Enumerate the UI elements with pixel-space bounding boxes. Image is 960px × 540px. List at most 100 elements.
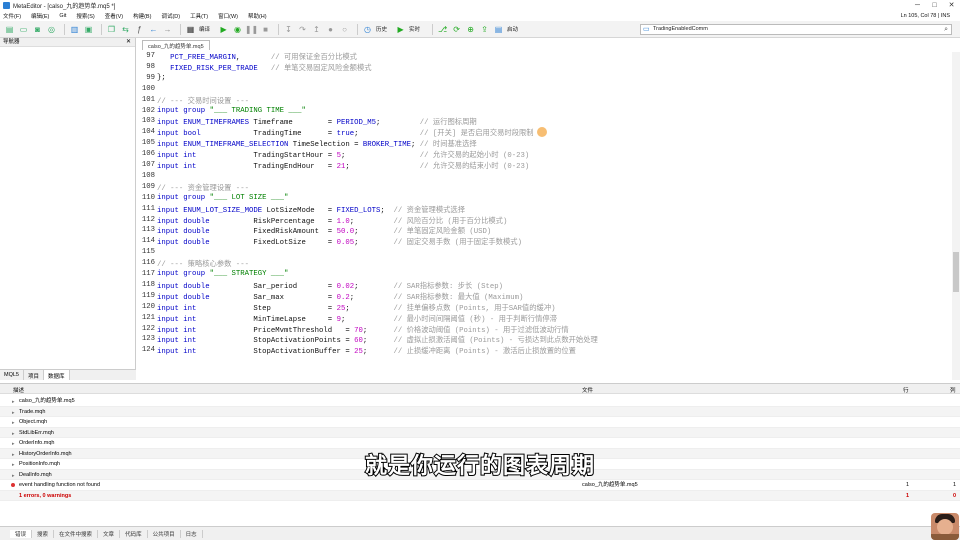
save-icon[interactable]: ◙ (32, 24, 43, 35)
menu-help[interactable]: 帮助(H) (248, 12, 267, 20)
menu-search[interactable]: 搜索(S) (76, 12, 94, 20)
code-line[interactable]: FIXED_RISK_PER_TRADE // 单笔交易固定风险金额模式 (157, 63, 371, 73)
start-history-icon[interactable]: ◉ (232, 24, 243, 35)
vertical-scrollbar[interactable] (952, 52, 960, 380)
search-icon[interactable]: ⌕ (944, 25, 948, 34)
menu-build[interactable]: 构建(B) (133, 12, 151, 20)
forward-icon[interactable]: → (162, 24, 173, 35)
layout-icon[interactable]: ▥ (69, 24, 80, 35)
compile-icon[interactable]: ▦ (185, 24, 196, 35)
realtime-button[interactable]: 实时 (409, 25, 420, 33)
expand-icon[interactable]: ▸ (12, 397, 15, 407)
tab-search[interactable]: 搜索 (32, 529, 55, 538)
tab-find-in-files[interactable]: 在文件中搜索 (54, 529, 99, 538)
scrollbar-thumb[interactable] (953, 252, 959, 292)
breakpoint-icon[interactable]: ● (325, 24, 336, 35)
back-icon[interactable]: ← (148, 24, 159, 35)
document-tab[interactable]: calso_九的趋势单.mq5 (142, 40, 210, 50)
code-line[interactable]: input double Sar_max = 0.2; // SAR指标参数: … (157, 292, 523, 302)
code-line[interactable]: input double RiskPercentage = 1.0; // 风险… (157, 216, 507, 226)
tab-project[interactable]: 项目 (24, 370, 44, 380)
menu-tools[interactable]: 工具(T) (190, 12, 208, 20)
code-line[interactable]: input ENUM_TIMEFRAME_SELECTION TimeSelec… (157, 139, 477, 149)
tab-database[interactable]: 数据库 (44, 370, 70, 380)
expand-icon[interactable]: ▸ (12, 418, 15, 428)
error-row[interactable]: ▸ StdLibErr.mqh (0, 427, 960, 439)
code-line[interactable]: }; (157, 74, 166, 82)
code-line[interactable]: // --- 交易时间设置 --- (157, 96, 249, 106)
minimize-button[interactable]: ─ (909, 0, 926, 11)
expand-icon[interactable]: ▸ (12, 429, 15, 439)
tab-errors[interactable]: 错误 (10, 529, 33, 538)
code-line[interactable]: input ENUM_TIMEFRAMES Timeframe = PERIOD… (157, 117, 477, 127)
error-row[interactable]: 1 errors, 0 warnings 1 0 (0, 490, 960, 501)
expand-icon[interactable]: ▸ (12, 408, 15, 418)
navigate-icon[interactable]: ⇆ (120, 24, 131, 35)
menu-edit[interactable]: 编辑(E) (31, 12, 49, 20)
code-editor[interactable]: calso_九的趋势单.mq5 97 PCT_FREE_MARGIN, // 可… (137, 38, 960, 380)
start-button[interactable]: 启动 (507, 25, 518, 33)
open-folder-icon[interactable]: ▭ (18, 24, 29, 35)
step-into-icon[interactable]: ↧ (283, 24, 294, 35)
function-icon[interactable]: ƒ (134, 24, 145, 35)
realtime-icon[interactable]: ▶ (395, 24, 406, 35)
code-line[interactable]: input double FixedLotSize = 0.05; // 固定交… (157, 237, 522, 247)
code-area[interactable]: 97 PCT_FREE_MARGIN, // 可用保证金百分比模式 98 FIXE… (137, 52, 960, 372)
history-icon[interactable]: ◷ (362, 24, 373, 35)
toolbar-search-input[interactable]: ▭ TradingEnabledComm ⌕ (640, 24, 952, 35)
code-line[interactable]: input int Step = 25; // 挂单偏移点数 (Points, … (157, 303, 556, 313)
code-line[interactable]: input bool TradingTime = true; // [开关] 是… (157, 128, 534, 138)
code-line[interactable]: input int TradingStartHour = 5; // 允许交易的… (157, 150, 529, 160)
code-line[interactable]: input int StopActivationBuffer = 25; // … (157, 346, 576, 356)
start-icon[interactable]: ▤ (493, 24, 504, 35)
tab-journal[interactable]: 日志 (181, 529, 203, 538)
col-line[interactable]: 行 (903, 386, 909, 394)
tab-codebase[interactable]: 代码库 (120, 529, 148, 538)
git-icon[interactable]: ⎇ (437, 24, 448, 35)
tab-mql5[interactable]: MQL5 (0, 370, 24, 380)
menu-file[interactable]: 文件(F) (3, 12, 21, 20)
code-line[interactable]: PCT_FREE_MARGIN, // 可用保证金百分比模式 (157, 52, 357, 62)
error-row[interactable]: event handling function not found calso_九… (0, 480, 960, 491)
menu-debug[interactable]: 调试(D) (161, 12, 180, 20)
start-debug-icon[interactable]: ▶ (218, 24, 229, 35)
close-icon[interactable]: ✕ (126, 38, 131, 47)
compile-button[interactable]: 编译 (199, 25, 210, 33)
code-line[interactable]: input double FixedRiskAmount = 50.0; // … (157, 226, 491, 236)
code-line[interactable]: input group "___ STRATEGY ___" (157, 270, 288, 278)
col-description[interactable]: 描述 (13, 386, 24, 394)
new-file-icon[interactable]: ▤ (4, 24, 15, 35)
error-row[interactable]: ▸ Trade.mqh (0, 406, 960, 418)
code-line[interactable]: input group "___ TRADING TIME ___" (157, 107, 306, 115)
tab-public-projects[interactable]: 公共项目 (148, 529, 181, 538)
error-row[interactable]: ▸ Object.mqh (0, 417, 960, 428)
code-line[interactable]: input int PriceMvmtThreshold = 70; // 价格… (157, 325, 569, 335)
code-line[interactable]: // --- 资金管理设置 --- (157, 183, 249, 193)
push-icon[interactable]: ⇪ (479, 24, 490, 35)
stop-icon[interactable]: ■ (260, 24, 271, 35)
step-over-icon[interactable]: ↷ (297, 24, 308, 35)
error-row[interactable]: ▸ calso_九的趋势单.mq5 (0, 396, 960, 407)
code-line[interactable]: input group "___ LOT SIZE ___" (157, 194, 288, 202)
commit-icon[interactable]: ⊕ (465, 24, 476, 35)
copy-icon[interactable]: ❐ (106, 24, 117, 35)
pause-icon[interactable]: ❚❚ (245, 24, 258, 35)
error-row[interactable]: ▸ OrderInfo.mqh (0, 438, 960, 449)
col-file[interactable]: 文件 (582, 386, 593, 394)
refresh-icon[interactable]: ⟳ (451, 24, 462, 35)
panel-icon[interactable]: ▣ (83, 24, 94, 35)
code-line[interactable]: input int StopActivationPoints = 60; // … (157, 335, 598, 345)
code-line[interactable]: input int MinTimeLapse = 9; // 最小时间间隔阈值 … (157, 314, 557, 324)
code-line[interactable]: input ENUM_LOT_SIZE_MODE LotSizeMode = F… (157, 205, 465, 215)
maximize-button[interactable]: □ (926, 0, 943, 11)
save-all-icon[interactable]: ◎ (46, 24, 57, 35)
code-line[interactable]: input int TradingEndHour = 21; // 允许交易的结… (157, 161, 529, 171)
menu-view[interactable]: 查看(V) (105, 12, 123, 20)
tab-articles[interactable]: 文章 (98, 529, 121, 538)
code-line[interactable]: // --- 策略核心参数 --- (157, 259, 249, 269)
history-button[interactable]: 历史 (376, 25, 387, 33)
col-column[interactable]: 列 (950, 386, 956, 394)
menu-git[interactable]: Git (59, 13, 66, 19)
clear-breakpoints-icon[interactable]: ○ (339, 24, 350, 35)
menu-window[interactable]: 窗口(W) (218, 12, 238, 20)
